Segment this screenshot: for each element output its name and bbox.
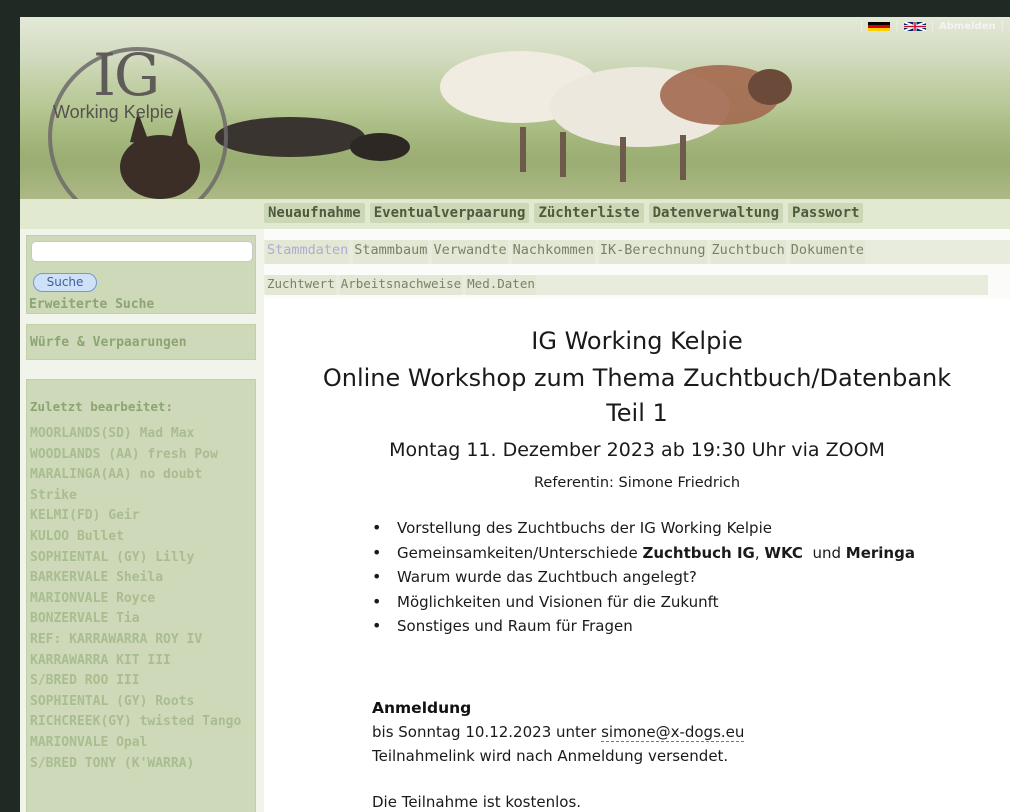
litters-link[interactable]: Würfe & Verpaarungen <box>30 335 187 350</box>
recent-item[interactable]: S/BRED TONY (K'WARRA) <box>30 754 256 775</box>
free-participation-note: Die Teilnahme ist kostenlos. <box>372 793 582 811</box>
search-input[interactable] <box>31 241 253 262</box>
litters-panel: Würfe & Verpaarungen <box>26 324 256 360</box>
announcement-date: Montag 11. Dezember 2023 ab 19:30 Uhr vi… <box>389 439 885 461</box>
registration-note: Teilnahmelink wird nach Anmeldung versen… <box>372 747 729 765</box>
registration-email-link[interactable]: simone@x-dogs.eu <box>601 723 745 742</box>
recent-item[interactable]: BARKERVALE Sheila <box>30 568 256 589</box>
tab-ik-berechnung[interactable]: IK-Berechnung <box>598 240 707 264</box>
announcement-speaker: Referentin: Simone Friedrich <box>533 475 741 491</box>
agenda-list: Vorstellung des Zuchtbuchs der IG Workin… <box>372 516 915 639</box>
nav-datenverwaltung[interactable]: Datenverwaltung <box>648 203 784 223</box>
nav-neuaufnahme[interactable]: Neuaufnahme <box>264 203 365 223</box>
recent-item[interactable]: MARALINGA(AA) no doubt Strike <box>30 465 256 506</box>
search-button[interactable]: Suche <box>33 273 97 292</box>
recent-item[interactable]: KARRAWARRA KIT III <box>30 651 256 672</box>
nav-zuechterliste[interactable]: Züchterliste <box>534 203 644 223</box>
recent-item[interactable]: WOODLANDS (AA) fresh Pow <box>30 445 256 466</box>
recent-item[interactable]: BONZERVALE Tia <box>30 609 256 630</box>
tab-verwandte[interactable]: Verwandte <box>432 240 508 264</box>
dog-head <box>350 133 410 161</box>
recent-item[interactable]: S/BRED ROO III <box>30 671 256 692</box>
agenda-item: Möglichkeiten und Visionen für die Zukun… <box>372 590 915 615</box>
language-bar: | | | Abmelden | <box>859 20 1004 32</box>
agenda-item: Vorstellung des Zuchtbuchs der IG Workin… <box>372 516 915 541</box>
agenda-item: Warum wurde das Zuchtbuch angelegt? <box>372 565 915 590</box>
recent-item[interactable]: KELMI(FD) Geir <box>30 506 256 527</box>
announcement-subtitle: Online Workshop zum Thema Zuchtbuch/Date… <box>322 364 952 392</box>
recent-list: MOORLANDS(SD) Mad Max WOODLANDS (AA) fre… <box>30 424 256 774</box>
header-banner: IG Working Kelpie | | | Abmelden | <box>20 17 1010 199</box>
registration-deadline: bis Sonntag 10.12.2023 unter simone@x-do… <box>372 723 745 742</box>
announcement-part: Teil 1 <box>606 399 668 427</box>
search-panel: Suche Erweiterte Suche <box>26 235 256 314</box>
recent-item[interactable]: RICHCREEK(GY) twisted Tango <box>30 712 256 733</box>
logo-ig-text: IG <box>93 41 160 109</box>
tab-zuchtbuch[interactable]: Zuchtbuch <box>710 240 786 264</box>
tab-arbeitsnachweise[interactable]: Arbeitsnachweise <box>339 275 463 295</box>
advanced-search-link[interactable]: Erweiterte Suche <box>29 297 154 312</box>
sheep-legs <box>520 127 526 172</box>
main-navigation: Neuaufnahme Eventualverpaarung Züchterli… <box>20 199 1010 229</box>
announcement-title: IG Working Kelpie <box>531 327 743 355</box>
tab-dokumente[interactable]: Dokumente <box>789 240 865 264</box>
nav-eventualverpaarung[interactable]: Eventualverpaarung <box>369 203 530 223</box>
record-tabs-row2: Zuchtwert Arbeitsnachweise Med.Daten <box>264 275 988 295</box>
recent-item[interactable]: MOORLANDS(SD) Mad Max <box>30 424 256 445</box>
registration-heading: Anmeldung <box>372 699 472 717</box>
agenda-item: Sonstiges und Raum für Fragen <box>372 614 915 639</box>
logo-subtitle: Working Kelpie <box>53 102 174 122</box>
recent-item[interactable]: MARIONVALE Royce <box>30 589 256 610</box>
recent-panel: Zuletzt bearbeitet: MOORLANDS(SD) Mad Ma… <box>26 379 256 812</box>
nav-passwort[interactable]: Passwort <box>788 203 864 223</box>
recent-title: Zuletzt bearbeitet: <box>30 399 173 414</box>
browser-page: IG Working Kelpie | | | Abmelden | Neuau… <box>20 17 1010 812</box>
logout-link[interactable]: Abmelden <box>939 21 996 32</box>
recent-item[interactable]: KULOO Bullet <box>30 527 256 548</box>
recent-item[interactable]: SOPHIENTAL (GY) Lilly <box>30 548 256 569</box>
tab-med-daten[interactable]: Med.Daten <box>466 275 536 295</box>
tab-stammbaum[interactable]: Stammbaum <box>353 240 429 264</box>
dog-body <box>215 117 365 157</box>
uk-flag-icon[interactable] <box>903 21 926 31</box>
tab-stammdaten[interactable]: Stammdaten <box>266 240 350 264</box>
recent-item[interactable]: SOPHIENTAL (GY) Roots <box>30 692 256 713</box>
record-tabs-row1: Stammdaten Stammbaum Verwandte Nachkomme… <box>264 240 1010 264</box>
sidebar: Suche Erweiterte Suche Würfe & Verpaarun… <box>20 229 264 812</box>
recent-item[interactable]: MARIONVALE Opal <box>30 733 256 754</box>
sheep-head-1 <box>748 69 792 105</box>
tab-nachkommen[interactable]: Nachkommen <box>511 240 595 264</box>
german-flag-icon[interactable] <box>868 21 891 31</box>
workshop-announcement: IG Working Kelpie Online Workshop zum Th… <box>264 299 1010 812</box>
recent-item[interactable]: REF: KARRAWARRA ROY IV <box>30 630 256 651</box>
agenda-item: Gemeinsamkeiten/Unterschiede Zuchtbuch I… <box>372 541 915 566</box>
tab-zuchtwert[interactable]: Zuchtwert <box>266 275 336 295</box>
